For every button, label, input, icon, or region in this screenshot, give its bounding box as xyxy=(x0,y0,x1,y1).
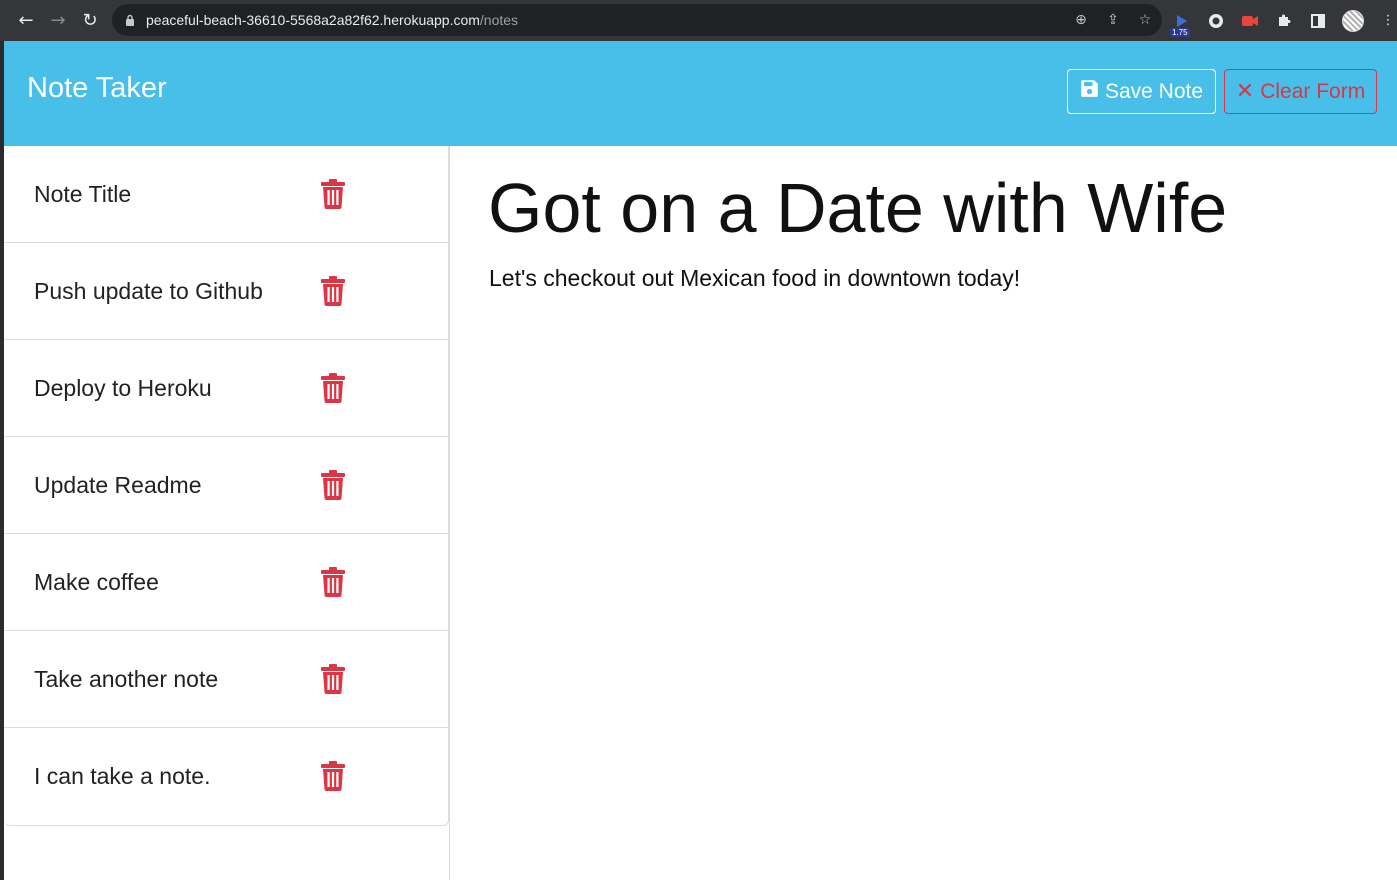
notes-sidebar: Note Title Push update to Github Deploy to… xyxy=(4,146,450,880)
bookmark-star-icon[interactable]: ☆ xyxy=(1136,12,1154,28)
trash-icon[interactable] xyxy=(320,664,346,694)
app-brand[interactable]: Note Taker xyxy=(27,72,167,105)
url-host: peaceful-beach-36610-5568a2a82f62.heroku… xyxy=(146,12,480,28)
note-list-title: Update Readme xyxy=(34,472,202,498)
address-bar[interactable]: peaceful-beach-36610-5568a2a82f62.heroku… xyxy=(112,4,1162,36)
note-list-item[interactable]: Update Readme xyxy=(4,437,448,534)
url-text: peaceful-beach-36610-5568a2a82f62.heroku… xyxy=(146,12,518,28)
side-panel-icon[interactable] xyxy=(1308,11,1328,31)
kebab-menu-icon[interactable]: ⋮ xyxy=(1378,11,1397,31)
note-list-title: Make coffee xyxy=(34,569,159,595)
save-note-label: Save Note xyxy=(1104,79,1204,103)
lock-icon xyxy=(124,13,136,27)
notes-list: Note Title Push update to Github Deploy to… xyxy=(4,146,449,826)
extensions-area: 1.75 ⋮ xyxy=(1170,0,1397,41)
app-navbar: Note Taker Save Note ✕ Clear Form xyxy=(4,41,1397,146)
note-list-item[interactable]: Deploy to Heroku xyxy=(4,340,448,437)
x-mark-icon: ✕ xyxy=(1235,79,1255,104)
note-list-item[interactable]: Take another note xyxy=(4,631,448,728)
clear-form-label: Clear Form xyxy=(1260,79,1366,103)
note-list-item[interactable]: Note Title xyxy=(4,146,448,243)
url-path: /notes xyxy=(479,12,519,28)
profile-avatar[interactable] xyxy=(1342,9,1364,32)
floppy-disk-icon xyxy=(1080,79,1099,104)
reload-icon[interactable]: ↻ xyxy=(74,5,106,37)
trash-icon[interactable] xyxy=(320,761,346,791)
note-list-item[interactable]: Push update to Github xyxy=(4,243,448,340)
zoom-icon[interactable]: ⊕ xyxy=(1072,12,1090,28)
note-editor: Got on a Date with Wife Let's checkout o… xyxy=(451,146,1397,880)
puzzle-extensions-icon[interactable] xyxy=(1274,11,1294,31)
note-list-item[interactable]: I can take a note. xyxy=(4,728,448,825)
note-list-title: Deploy to Heroku xyxy=(34,375,212,401)
trash-icon[interactable] xyxy=(320,179,346,209)
circle-extension-icon[interactable] xyxy=(1206,11,1226,31)
clear-form-button[interactable]: ✕ Clear Form xyxy=(1224,69,1377,114)
share-icon[interactable]: ⇪ xyxy=(1104,12,1122,28)
note-list-title: I can take a note. xyxy=(34,763,211,789)
note-list-title: Take another note xyxy=(34,666,219,692)
note-text[interactable]: Let's checkout out Mexican food in downt… xyxy=(489,265,1020,292)
note-title[interactable]: Got on a Date with Wife xyxy=(488,166,1227,250)
speed-extension-icon[interactable]: 1.75 xyxy=(1170,11,1192,37)
trash-icon[interactable] xyxy=(320,567,346,597)
note-list-item[interactable]: Make coffee xyxy=(4,534,448,631)
trash-icon[interactable] xyxy=(320,470,346,500)
trash-icon[interactable] xyxy=(320,373,346,403)
extension-badge: 1.75 xyxy=(1170,27,1190,37)
note-list-title: Push update to Github xyxy=(34,278,263,304)
omnibox-actions: ⊕ ⇪ ☆ xyxy=(1072,4,1154,36)
browser-nav: ← → ↻ xyxy=(10,5,106,37)
note-list-title: Note Title xyxy=(34,181,132,207)
record-extension-icon[interactable] xyxy=(1240,11,1260,31)
back-arrow-icon[interactable]: ← xyxy=(10,5,42,37)
forward-arrow-icon[interactable]: → xyxy=(42,5,74,37)
trash-icon[interactable] xyxy=(320,276,346,306)
save-note-button[interactable]: Save Note xyxy=(1067,69,1216,114)
browser-toolbar: ← → ↻ peaceful-beach-36610-5568a2a82f62.… xyxy=(0,0,1397,41)
